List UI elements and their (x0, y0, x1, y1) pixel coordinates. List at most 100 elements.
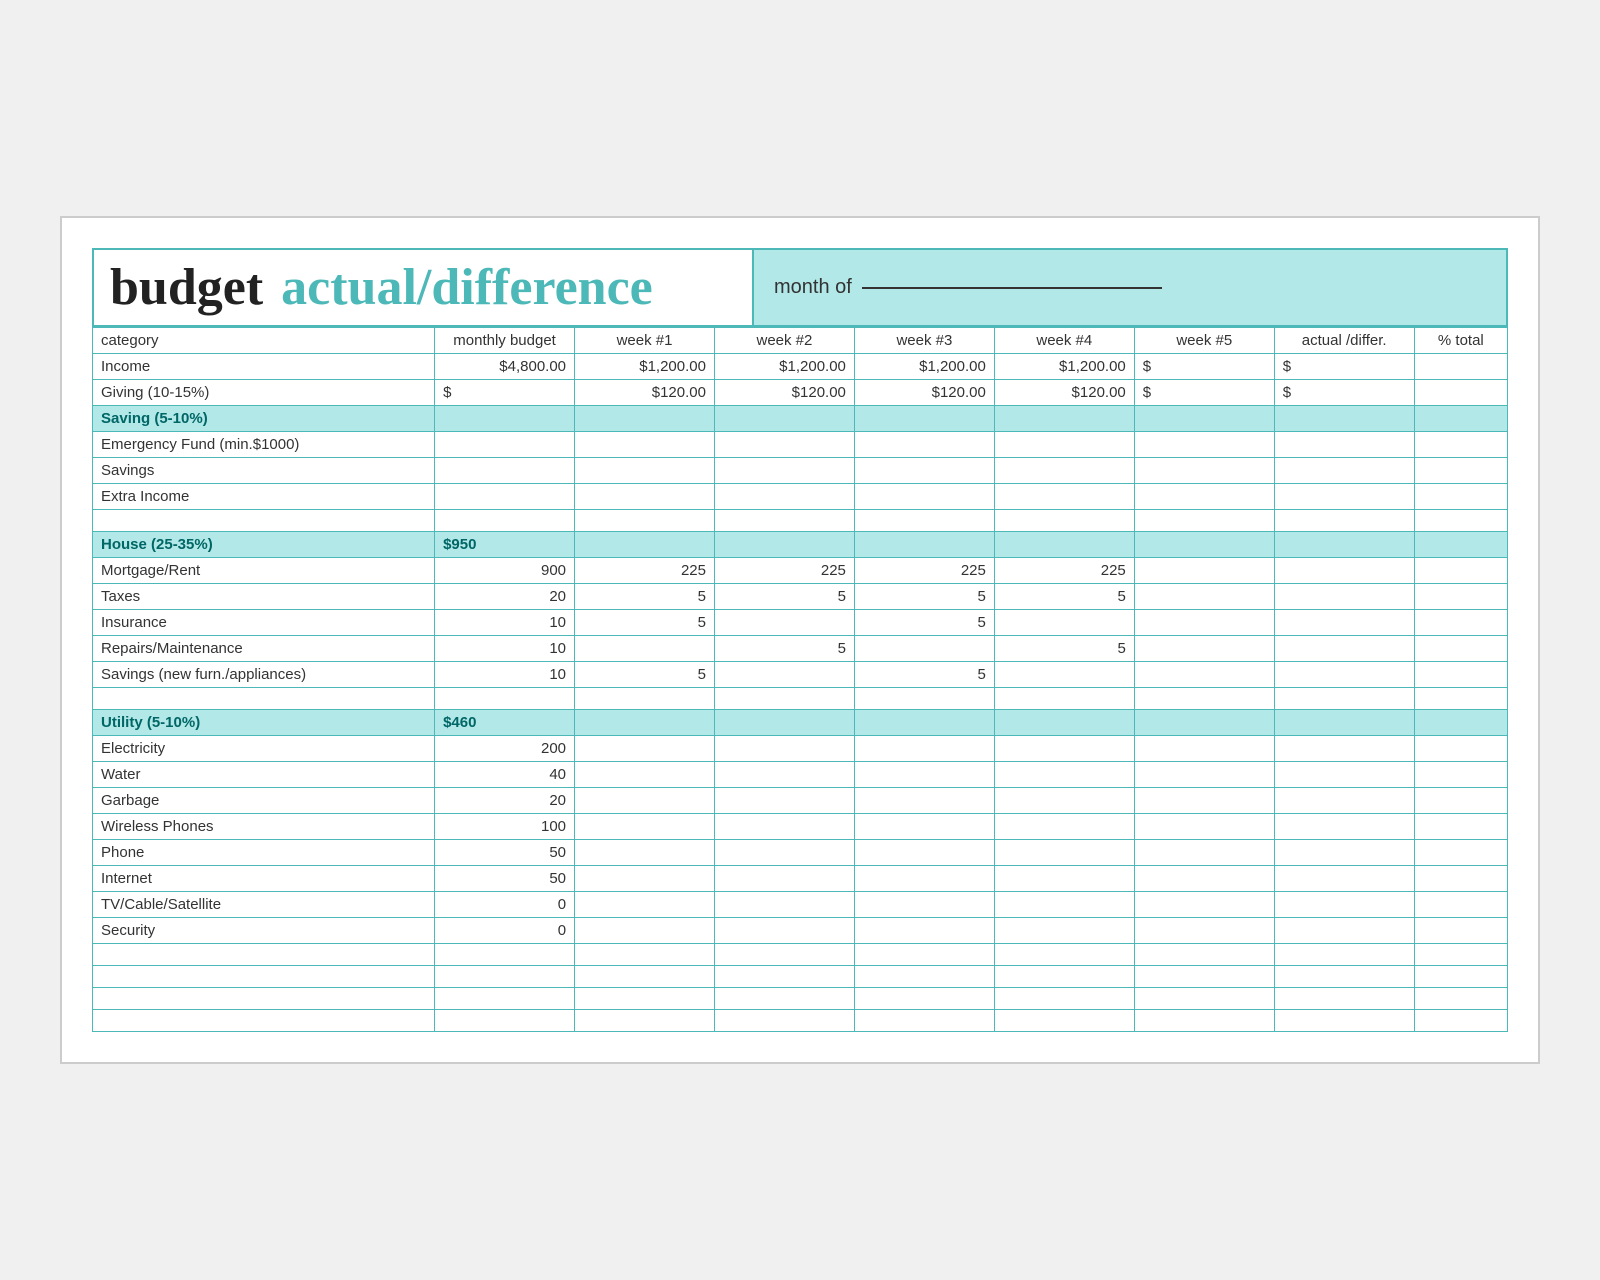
cell-empty (1134, 688, 1274, 710)
cell-w2: $120.00 (714, 380, 854, 406)
cell-actual (1274, 762, 1414, 788)
cell-w3: $1,200.00 (854, 354, 994, 380)
cell-w3: $120.00 (854, 380, 994, 406)
cell-pct (1414, 636, 1507, 662)
cell-w4 (994, 532, 1134, 558)
cell-empty (1414, 1010, 1507, 1032)
month-line[interactable] (862, 287, 1162, 289)
cell-w5 (1134, 814, 1274, 840)
th-week3: week #3 (854, 328, 994, 354)
cell-w3 (854, 736, 994, 762)
cell-w5 (1134, 558, 1274, 584)
cell-w4: $1,200.00 (994, 354, 1134, 380)
cell-w5: $ (1134, 354, 1274, 380)
table-row: TV/Cable/Satellite 0 (93, 892, 1508, 918)
section-label: Saving (5-10%) (93, 406, 435, 432)
cell-w3: 225 (854, 558, 994, 584)
cell-monthly: 10 (435, 636, 575, 662)
th-actual: actual /differ. (1274, 328, 1414, 354)
cell-w4: 225 (994, 558, 1134, 584)
cell-pct (1414, 866, 1507, 892)
cell-monthly: 100 (435, 814, 575, 840)
cell-empty (93, 944, 435, 966)
cell-empty (854, 510, 994, 532)
cell-monthly: $4,800.00 (435, 354, 575, 380)
cell-empty (994, 966, 1134, 988)
cell-actual (1274, 736, 1414, 762)
cell-empty (714, 510, 854, 532)
cell-empty (575, 688, 715, 710)
cell-empty (1414, 510, 1507, 532)
cell-w5 (1134, 762, 1274, 788)
cell-empty (854, 688, 994, 710)
cell-w1: $1,200.00 (575, 354, 715, 380)
cell-w2: $1,200.00 (714, 354, 854, 380)
cell-monthly: 0 (435, 918, 575, 944)
cell-monthly: 10 (435, 610, 575, 636)
cell-pct (1414, 840, 1507, 866)
cell-w3 (854, 636, 994, 662)
cell-actual (1274, 866, 1414, 892)
cell-pct (1414, 584, 1507, 610)
cell-category: Garbage (93, 788, 435, 814)
table-row (93, 688, 1508, 710)
cell-category: TV/Cable/Satellite (93, 892, 435, 918)
cell-empty (1134, 510, 1274, 532)
cell-monthly: 40 (435, 762, 575, 788)
cell-empty (714, 688, 854, 710)
cell-category: Electricity (93, 736, 435, 762)
cell-w3 (854, 788, 994, 814)
cell-w1: 5 (575, 610, 715, 636)
cell-empty (854, 966, 994, 988)
cell-w4: 5 (994, 584, 1134, 610)
cell-pct (1414, 380, 1507, 406)
cell-w5 (1134, 788, 1274, 814)
cell-empty (1274, 966, 1414, 988)
table-row: Repairs/Maintenance 10 5 5 (93, 636, 1508, 662)
cell-w1: 5 (575, 584, 715, 610)
cell-monthly: 900 (435, 558, 575, 584)
cell-w2 (714, 762, 854, 788)
month-of-label: month of (774, 276, 852, 299)
cell-w3 (854, 918, 994, 944)
table-row: Insurance 10 5 5 (93, 610, 1508, 636)
table-row: Electricity 200 (93, 736, 1508, 762)
cell-w5 (1134, 710, 1274, 736)
table-row: Extra Income (93, 484, 1508, 510)
cell-w2 (714, 840, 854, 866)
cell-empty (714, 944, 854, 966)
cell-monthly: 200 (435, 736, 575, 762)
cell-w2 (714, 788, 854, 814)
cell-empty (575, 1010, 715, 1032)
section-label: House (25-35%) (93, 532, 435, 558)
cell-category: Extra Income (93, 484, 435, 510)
header-row: budget actual/difference month of (92, 248, 1508, 327)
cell-empty (435, 988, 575, 1010)
cell-empty (1414, 688, 1507, 710)
cell-empty (435, 966, 575, 988)
cell-w5 (1134, 458, 1274, 484)
cell-w4 (994, 736, 1134, 762)
table-row: Water 40 (93, 762, 1508, 788)
cell-empty (575, 510, 715, 532)
cell-actual (1274, 892, 1414, 918)
cell-empty (1274, 688, 1414, 710)
cell-w4 (994, 432, 1134, 458)
th-category: category (93, 328, 435, 354)
cell-actual (1274, 484, 1414, 510)
cell-monthly: 0 (435, 892, 575, 918)
actual-label: actual/difference (281, 258, 653, 317)
th-week4: week #4 (994, 328, 1134, 354)
cell-w2 (714, 710, 854, 736)
cell-empty (1414, 966, 1507, 988)
cell-w5 (1134, 866, 1274, 892)
table-row (93, 988, 1508, 1010)
cell-pct (1414, 918, 1507, 944)
cell-w1 (575, 866, 715, 892)
cell-empty (93, 1010, 435, 1032)
section-header-house: House (25-35%) $950 (93, 532, 1508, 558)
cell-empty (1274, 1010, 1414, 1032)
table-row: Taxes 20 5 5 5 5 (93, 584, 1508, 610)
cell-monthly (435, 458, 575, 484)
table-row (93, 510, 1508, 532)
